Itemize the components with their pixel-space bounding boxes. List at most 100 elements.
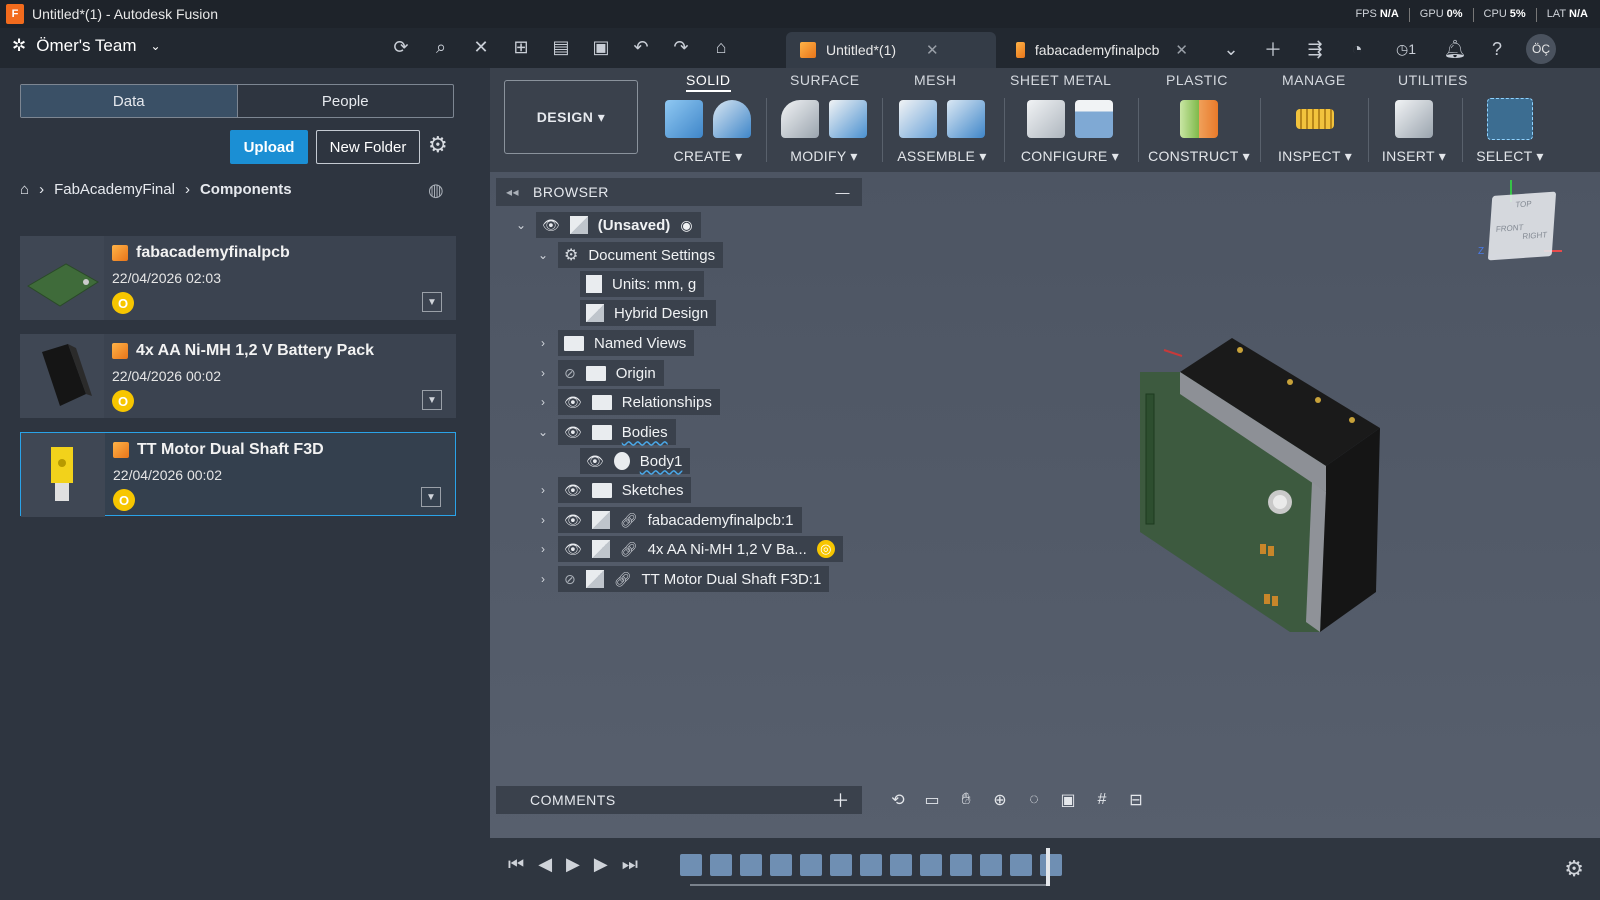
browser-node-units[interactable]: Units: mm, g	[580, 271, 705, 297]
go-to-end-icon[interactable]: ⏭	[622, 854, 638, 875]
timeline-feature-icon[interactable]	[920, 854, 942, 876]
browser-node-document-settings[interactable]: ⚙ Document Settings	[558, 242, 724, 268]
visibility-eye-icon[interactable]: 👁︎	[564, 394, 582, 411]
timeline-marker[interactable]	[1046, 848, 1050, 886]
expand-chevron-icon[interactable]: ⌄	[536, 425, 550, 439]
tab-manage[interactable]: MANAGE	[1282, 72, 1346, 88]
gear-icon[interactable]: ⚙	[428, 132, 448, 158]
help-icon[interactable]: ?	[1484, 36, 1510, 62]
expand-chevron-icon[interactable]: ›	[536, 395, 550, 409]
undo-icon[interactable]: ↶	[628, 34, 654, 60]
tab-plastic[interactable]: PLASTIC	[1166, 72, 1228, 88]
tab-solid[interactable]: SOLID	[686, 72, 731, 92]
browser-node-motor-component[interactable]: ⊘ 🔗︎ TT Motor Dual Shaft F3D:1	[558, 566, 830, 592]
browser-node-hybrid-design[interactable]: Hybrid Design	[580, 300, 717, 326]
save-icon[interactable]: ▣	[588, 34, 614, 60]
upload-button[interactable]: Upload	[230, 130, 308, 164]
visibility-eye-icon[interactable]: 👁︎	[564, 541, 582, 558]
redo-icon[interactable]: ↷	[668, 34, 694, 60]
tab-fabacademyfinalpcb[interactable]: fabacademyfinalpcb ✕	[1002, 32, 1202, 68]
viewports-icon[interactable]: ⊟	[1124, 789, 1148, 811]
item-menu-dropdown[interactable]: ▼	[421, 487, 441, 507]
tab-overflow-chevron-icon[interactable]: ⌄	[1218, 36, 1244, 62]
search-icon[interactable]: ⌕	[428, 34, 454, 60]
refresh-icon[interactable]: ⟳	[388, 34, 414, 60]
timeline-feature-icon[interactable]	[740, 854, 762, 876]
hidden-eye-icon[interactable]: ⊘	[564, 571, 576, 588]
user-avatar[interactable]: ÖÇ	[1526, 34, 1556, 64]
play-icon[interactable]: ▶	[566, 854, 580, 875]
active-radio-icon[interactable]: ◉	[680, 217, 692, 234]
tab-surface[interactable]: SURFACE	[790, 72, 860, 88]
browser-node-pcb-component[interactable]: 👁︎ 🔗︎ fabacademyfinalpcb:1	[558, 507, 802, 533]
minimize-icon[interactable]: —	[836, 184, 851, 200]
expand-chevron-icon[interactable]: ›	[536, 366, 550, 380]
list-item[interactable]: TT Motor Dual Shaft F3D 22/04/2026 00:02…	[20, 432, 456, 517]
step-back-icon[interactable]: ◀	[538, 854, 552, 875]
tab-sheet-metal[interactable]: SHEET METAL	[1010, 72, 1111, 88]
timeline-feature-icon[interactable]	[980, 854, 1002, 876]
browser-node-body1[interactable]: 👁︎ Body1	[580, 448, 691, 474]
visibility-eye-icon[interactable]: 👁︎	[564, 424, 582, 441]
view-cube[interactable]: TOP FRONT RIGHT	[1487, 191, 1557, 261]
globe-icon[interactable]: ◍	[428, 180, 444, 201]
zoom-icon[interactable]: ⊕	[988, 789, 1012, 811]
collapse-browser-icon[interactable]: ◂◂	[506, 185, 519, 199]
browser-node-sketches[interactable]: 👁︎ Sketches	[558, 477, 692, 503]
new-tab-plus-icon[interactable]: ＋	[1260, 36, 1286, 62]
insert-group[interactable]: INSERT ▾	[1372, 98, 1456, 165]
browser-node-battery-component[interactable]: 👁︎ 🔗︎ 4x AA Ni-MH 1,2 V Ba... ◎	[558, 536, 843, 562]
timeline-feature-icon[interactable]	[800, 854, 822, 876]
tab-mesh[interactable]: MESH	[914, 72, 956, 88]
timeline-feature-icon[interactable]	[890, 854, 912, 876]
timeline-feature-icon[interactable]	[830, 854, 852, 876]
browser-root-node[interactable]: 👁︎ (Unsaved) ◉	[536, 212, 701, 238]
grid-apps-icon[interactable]: ⊞	[508, 34, 534, 60]
new-folder-button[interactable]: New Folder	[316, 130, 420, 164]
timeline-feature-icon[interactable]	[680, 854, 702, 876]
close-panel-icon[interactable]: ✕	[468, 34, 494, 60]
configure-group[interactable]: CONFIGURE ▾	[1010, 98, 1130, 165]
item-menu-dropdown[interactable]: ▼	[422, 390, 442, 410]
create-group[interactable]: CREATE ▾	[656, 98, 760, 165]
expand-chevron-icon[interactable]: ›	[536, 572, 550, 586]
zoom-window-icon[interactable]: ◌	[1022, 789, 1046, 811]
step-forward-icon[interactable]: ▶︎	[594, 854, 608, 875]
grid-settings-icon[interactable]: #	[1090, 789, 1114, 811]
close-tab-icon[interactable]: ✕	[1175, 41, 1188, 59]
tab-utilities[interactable]: UTILITIES	[1398, 72, 1468, 88]
add-comment-icon[interactable]: ＋	[832, 787, 851, 813]
timeline-feature-icon[interactable]	[1040, 854, 1062, 876]
extensions-icon[interactable]: ⇶	[1302, 36, 1328, 62]
tab-data[interactable]: Data	[21, 85, 238, 117]
canvas-viewport[interactable]: ◂◂ BROWSER — ⌄ 👁︎ (Unsaved) ◉ ⌄ ⚙ Document …	[490, 172, 1600, 838]
close-tab-icon[interactable]: ✕	[926, 41, 939, 59]
browser-node-named-views[interactable]: Named Views	[558, 330, 695, 356]
pan-hand-icon[interactable]: ✋︎	[954, 789, 978, 811]
item-menu-dropdown[interactable]: ▼	[422, 292, 442, 312]
timeline-feature-icon[interactable]	[710, 854, 732, 876]
timeline-feature-icon[interactable]	[1010, 854, 1032, 876]
expand-chevron-icon[interactable]: ›	[536, 336, 550, 350]
timeline-feature-icon[interactable]	[860, 854, 882, 876]
inspect-group[interactable]: INSPECT ▾	[1266, 98, 1364, 165]
look-at-icon[interactable]: ▭	[920, 789, 944, 811]
visibility-eye-icon[interactable]: 👁︎	[586, 453, 604, 470]
list-item[interactable]: fabacademyfinalpcb 22/04/2026 02:03 O ▼	[20, 236, 456, 320]
expand-chevron-icon[interactable]: ›	[536, 483, 550, 497]
browser-node-origin[interactable]: ⊘ Origin	[558, 360, 664, 386]
file-menu-icon[interactable]: ▤	[548, 34, 574, 60]
timeline-settings-gear-icon[interactable]: ⚙	[1564, 856, 1584, 882]
hidden-eye-icon[interactable]: ⊘	[564, 365, 576, 382]
notifications-bell-icon[interactable]: 🔔︎	[1442, 36, 1468, 62]
list-item[interactable]: 4x AA Ni-MH 1,2 V Battery Pack 22/04/202…	[20, 334, 456, 418]
modify-group[interactable]: MODIFY ▾	[772, 98, 876, 165]
tab-people[interactable]: People	[238, 85, 454, 117]
assembly-model-render[interactable]	[1140, 332, 1380, 652]
visibility-eye-icon[interactable]: 👁︎	[564, 482, 582, 499]
expand-chevron-icon[interactable]: ›	[536, 542, 550, 556]
home-icon[interactable]: ⌂	[20, 181, 29, 198]
go-to-start-icon[interactable]: ⏮	[508, 854, 524, 875]
display-settings-icon[interactable]: ▣	[1056, 789, 1080, 811]
team-selector[interactable]: ✲ Ömer's Team ⌄	[12, 36, 161, 56]
